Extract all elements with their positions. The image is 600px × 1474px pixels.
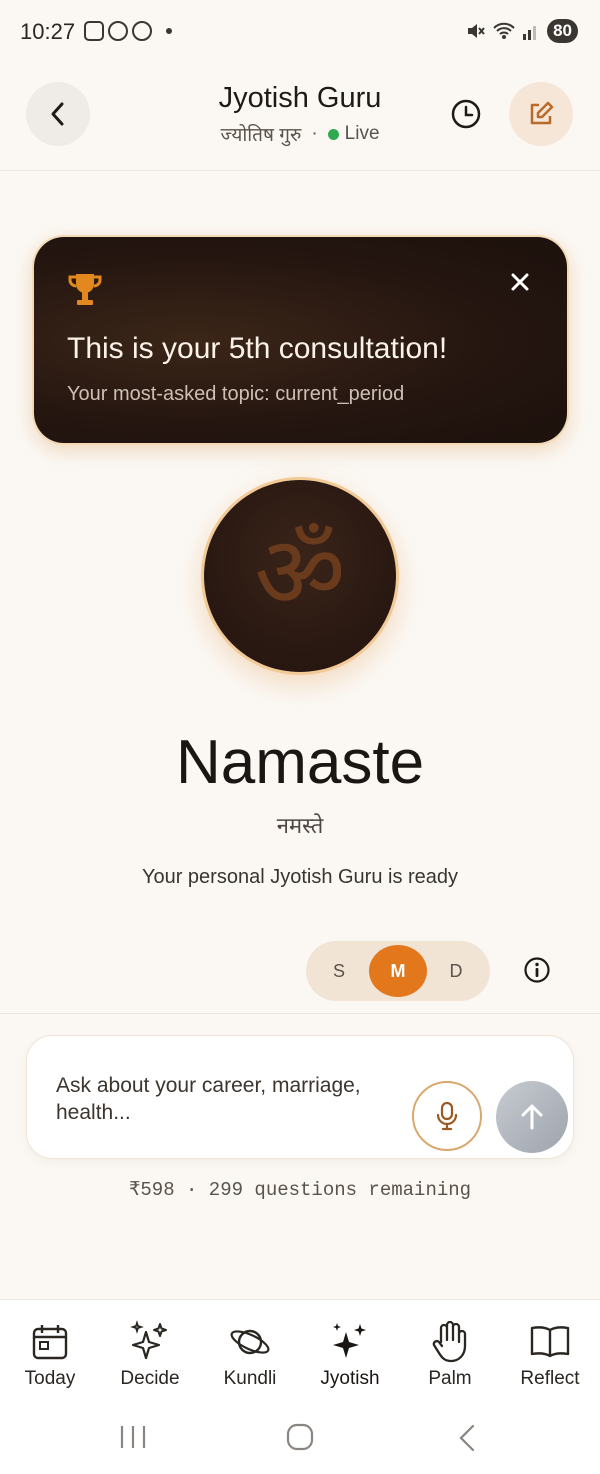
- app-notification-icon: [108, 21, 128, 41]
- edit-icon: [530, 101, 554, 125]
- voice-input-button[interactable]: [412, 1081, 482, 1151]
- om-symbol-icon: ॐ: [254, 514, 346, 631]
- nav-item-jyotish[interactable]: Jyotish: [300, 1318, 400, 1390]
- live-status-dot-icon: [327, 128, 339, 140]
- system-navigation-bar: [0, 1409, 600, 1474]
- sparkles-filled-icon: [333, 1323, 366, 1358]
- nav-item-palm[interactable]: Palm: [400, 1318, 500, 1390]
- close-icon: [511, 273, 529, 291]
- history-button[interactable]: [440, 88, 492, 140]
- clock-icon: [451, 99, 481, 129]
- banner-title: This is your 5th consultation!: [67, 332, 448, 365]
- page-title: Jyotish Guru: [218, 82, 382, 114]
- hand-icon: [432, 1320, 467, 1363]
- sparkles-outline-icon: [130, 1320, 167, 1360]
- mode-option-short[interactable]: S: [310, 945, 368, 997]
- milestone-banner: This is your 5th consultation! Your most…: [34, 237, 567, 443]
- response-mode-toggle: S M D: [306, 941, 490, 1001]
- chevron-left-icon: [51, 102, 64, 126]
- divider: [0, 1013, 600, 1014]
- system-back-icon[interactable]: [456, 1423, 478, 1453]
- wifi-icon: [493, 22, 515, 39]
- mute-icon: [468, 24, 485, 38]
- credits-remaining: ₹598 · 299 questions remaining: [128, 1179, 472, 1201]
- more-notifications-dot-icon: [166, 28, 172, 34]
- om-avatar: ॐ: [204, 480, 396, 672]
- question-input-card: Ask about your career, marriage, health.…: [26, 1035, 574, 1159]
- planet-icon: [230, 1329, 270, 1355]
- greeting-heading: Namaste: [175, 728, 425, 797]
- nav-item-kundli[interactable]: Kundli: [200, 1318, 300, 1390]
- tagline: Your personal Jyotish Guru is ready: [141, 866, 459, 888]
- book-icon: [530, 1326, 570, 1358]
- separator: ·: [311, 123, 318, 144]
- home-icon[interactable]: [285, 1423, 315, 1451]
- live-status-label: Live: [344, 123, 380, 144]
- question-input[interactable]: Ask about your career, marriage, health.…: [56, 1072, 396, 1126]
- nav-item-reflect[interactable]: Reflect: [500, 1318, 600, 1390]
- subtitle-row: ज्योतिष गुरु · Live: [130, 121, 470, 147]
- nav-label-reflect: Reflect: [520, 1368, 580, 1389]
- nav-item-today[interactable]: Today: [0, 1318, 100, 1390]
- signal-icon: [523, 26, 537, 40]
- nav-label-today: Today: [24, 1368, 76, 1389]
- battery-indicator: 80: [547, 19, 578, 43]
- notification-icons: [84, 21, 172, 41]
- calendar-icon: [32, 1325, 68, 1360]
- microphone-icon: [436, 1101, 458, 1131]
- whatsapp-icon: [132, 21, 152, 41]
- mode-option-detailed[interactable]: D: [427, 945, 485, 997]
- info-icon[interactable]: [523, 956, 551, 984]
- app-header: Jyotish Guru ज्योतिष गुरु · Live: [0, 66, 600, 171]
- greeting-hindi: नमस्ते: [276, 813, 324, 838]
- screenshot-icon: [84, 21, 104, 41]
- title-block: Jyotish Guru ज्योतिष गुरु · Live: [130, 82, 470, 147]
- mode-option-medium[interactable]: M: [369, 945, 427, 997]
- send-button[interactable]: [496, 1081, 568, 1153]
- arrow-up-icon: [521, 1104, 543, 1130]
- nav-label-palm: Palm: [428, 1368, 472, 1389]
- status-bar: 10:27 80: [0, 0, 600, 66]
- bottom-navigation: Today Decide Kundli Jyotish Palm Reflect: [0, 1299, 600, 1409]
- back-button[interactable]: [26, 82, 90, 146]
- trophy-icon: [68, 274, 102, 305]
- close-banner-button[interactable]: [505, 267, 535, 297]
- subtitle-hindi: ज्योतिष गुरु: [220, 125, 302, 146]
- status-time: 10:27: [20, 19, 76, 44]
- nav-item-decide[interactable]: Decide: [100, 1318, 200, 1390]
- nav-label-kundli: Kundli: [223, 1368, 277, 1389]
- banner-subtitle: Your most-asked topic: current_period: [67, 383, 405, 405]
- recent-apps-icon[interactable]: [118, 1424, 148, 1450]
- nav-label-jyotish: Jyotish: [320, 1368, 380, 1389]
- system-icons: 80: [465, 19, 578, 43]
- nav-label-decide: Decide: [120, 1368, 180, 1389]
- new-chat-button[interactable]: [509, 82, 573, 146]
